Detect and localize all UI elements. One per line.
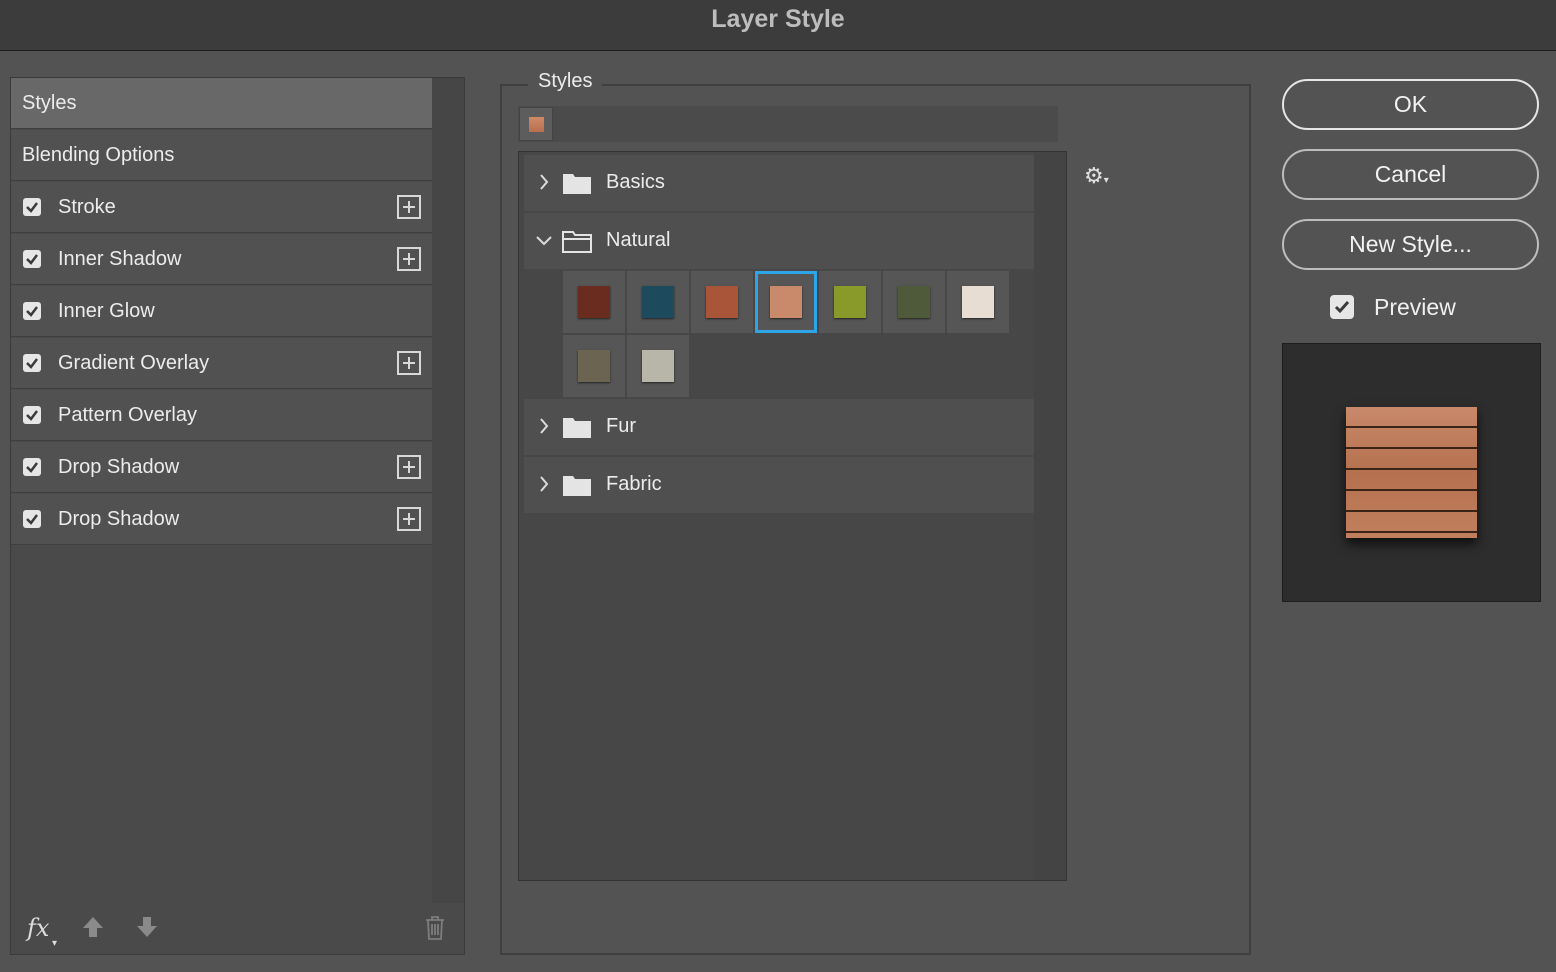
fx-dropdown-indicator: ▾: [52, 938, 58, 949]
style-preview-thumbnail: [1282, 343, 1541, 602]
chevron-down-icon[interactable]: [534, 234, 554, 246]
title-bar: Layer Style: [0, 0, 1556, 51]
window-title: Layer Style: [711, 5, 845, 33]
list-item-label: Gradient Overlay: [58, 352, 210, 374]
chevron-right-icon[interactable]: [538, 172, 550, 192]
style-swatch-color: [642, 350, 674, 382]
add-gradient-overlay-button[interactable]: [397, 351, 421, 375]
list-item-label: Styles: [22, 92, 77, 114]
list-item-blending-options[interactable]: Blending Options: [11, 130, 432, 181]
current-style-swatch[interactable]: [519, 107, 553, 141]
style-swatch-color: [898, 286, 930, 318]
list-item-drop-shadow-2[interactable]: Drop Shadow: [11, 494, 432, 545]
style-swatch-color: [770, 286, 802, 318]
preview-checkbox[interactable]: [1330, 295, 1354, 319]
style-swatch[interactable]: [755, 271, 817, 333]
list-item-label: Drop Shadow: [58, 508, 180, 530]
add-inner-shadow-button[interactable]: [397, 247, 421, 271]
style-swatch-color: [578, 286, 610, 318]
fx-icon[interactable]: fx: [27, 914, 49, 942]
list-item-gradient-overlay[interactable]: Gradient Overlay: [11, 338, 432, 389]
drop-shadow-checkbox[interactable]: [23, 458, 41, 476]
style-swatch-color: [642, 286, 674, 318]
list-item-label: Drop Shadow: [58, 456, 180, 478]
folder-name: Natural: [606, 229, 671, 251]
list-item-inner-shadow[interactable]: Inner Shadow: [11, 234, 432, 285]
folder-icon: [563, 476, 591, 496]
preview-label: Preview: [1374, 294, 1456, 320]
style-swatch[interactable]: [627, 271, 689, 333]
style-swatch[interactable]: [563, 271, 625, 333]
new-style-button[interactable]: New Style...: [1282, 219, 1539, 270]
folder-natural[interactable]: Natural: [524, 213, 1034, 269]
trash-icon[interactable]: [424, 915, 446, 941]
folder-name: Basics: [606, 171, 665, 193]
list-item-pattern-overlay[interactable]: Pattern Overlay: [11, 390, 432, 441]
pattern-overlay-checkbox[interactable]: [23, 406, 41, 424]
styles-group-label: Styles: [528, 70, 603, 93]
cancel-button[interactable]: Cancel: [1282, 149, 1539, 200]
list-item-drop-shadow[interactable]: Drop Shadow: [11, 442, 432, 493]
styles-list: Basics Natural Fur Fabric: [518, 151, 1067, 881]
style-swatch-color: [706, 286, 738, 318]
style-swatch[interactable]: [819, 271, 881, 333]
list-item-stroke[interactable]: Stroke: [11, 182, 432, 233]
list-item-label: Inner Glow: [58, 300, 155, 322]
inner-glow-checkbox[interactable]: [23, 302, 41, 320]
folder-name: Fabric: [606, 473, 662, 495]
folder-icon: [563, 418, 591, 438]
current-style-bar: [518, 106, 1058, 142]
list-item-label: Pattern Overlay: [58, 404, 197, 426]
list-item-label: Blending Options: [22, 144, 175, 166]
list-item-styles[interactable]: Styles: [11, 78, 432, 129]
style-swatch-color: [578, 350, 610, 382]
ok-button[interactable]: OK: [1282, 79, 1539, 130]
style-swatch[interactable]: [627, 335, 689, 397]
list-item-label: Inner Shadow: [58, 248, 182, 270]
list-item-label: Stroke: [58, 196, 116, 218]
inner-shadow-checkbox[interactable]: [23, 250, 41, 268]
folder-basics[interactable]: Basics: [524, 155, 1034, 211]
add-drop-shadow-2-button[interactable]: [397, 507, 421, 531]
style-swatch-color: [962, 286, 994, 318]
folder-fur[interactable]: Fur: [524, 399, 1034, 455]
gradient-overlay-checkbox[interactable]: [23, 354, 41, 372]
move-up-icon[interactable]: [81, 915, 105, 939]
add-stroke-button[interactable]: [397, 195, 421, 219]
list-item-inner-glow[interactable]: Inner Glow: [11, 286, 432, 337]
effects-list-scrollbar[interactable]: [432, 78, 464, 903]
stroke-checkbox[interactable]: [23, 198, 41, 216]
wood-preview-swatch: [1346, 407, 1477, 538]
chevron-right-icon[interactable]: [538, 474, 550, 494]
style-swatch[interactable]: [563, 335, 625, 397]
folder-fabric[interactable]: Fabric: [524, 457, 1034, 513]
effects-footer: fx ▾: [11, 902, 464, 954]
folder-icon: [563, 174, 591, 194]
open-folder-icon: [562, 231, 592, 253]
style-swatch[interactable]: [947, 271, 1009, 333]
styles-list-scrollbar[interactable]: [1034, 152, 1066, 880]
move-down-icon[interactable]: [135, 915, 159, 939]
chevron-right-icon[interactable]: [538, 416, 550, 436]
gear-icon[interactable]: ⚙▾: [1084, 163, 1109, 189]
folder-name: Fur: [606, 415, 636, 437]
style-swatch[interactable]: [883, 271, 945, 333]
effects-list-panel: Styles Blending Options Stroke Inner Sha…: [10, 77, 465, 955]
style-swatch[interactable]: [691, 271, 753, 333]
add-drop-shadow-button[interactable]: [397, 455, 421, 479]
style-swatch-color: [834, 286, 866, 318]
drop-shadow-2-checkbox[interactable]: [23, 510, 41, 528]
